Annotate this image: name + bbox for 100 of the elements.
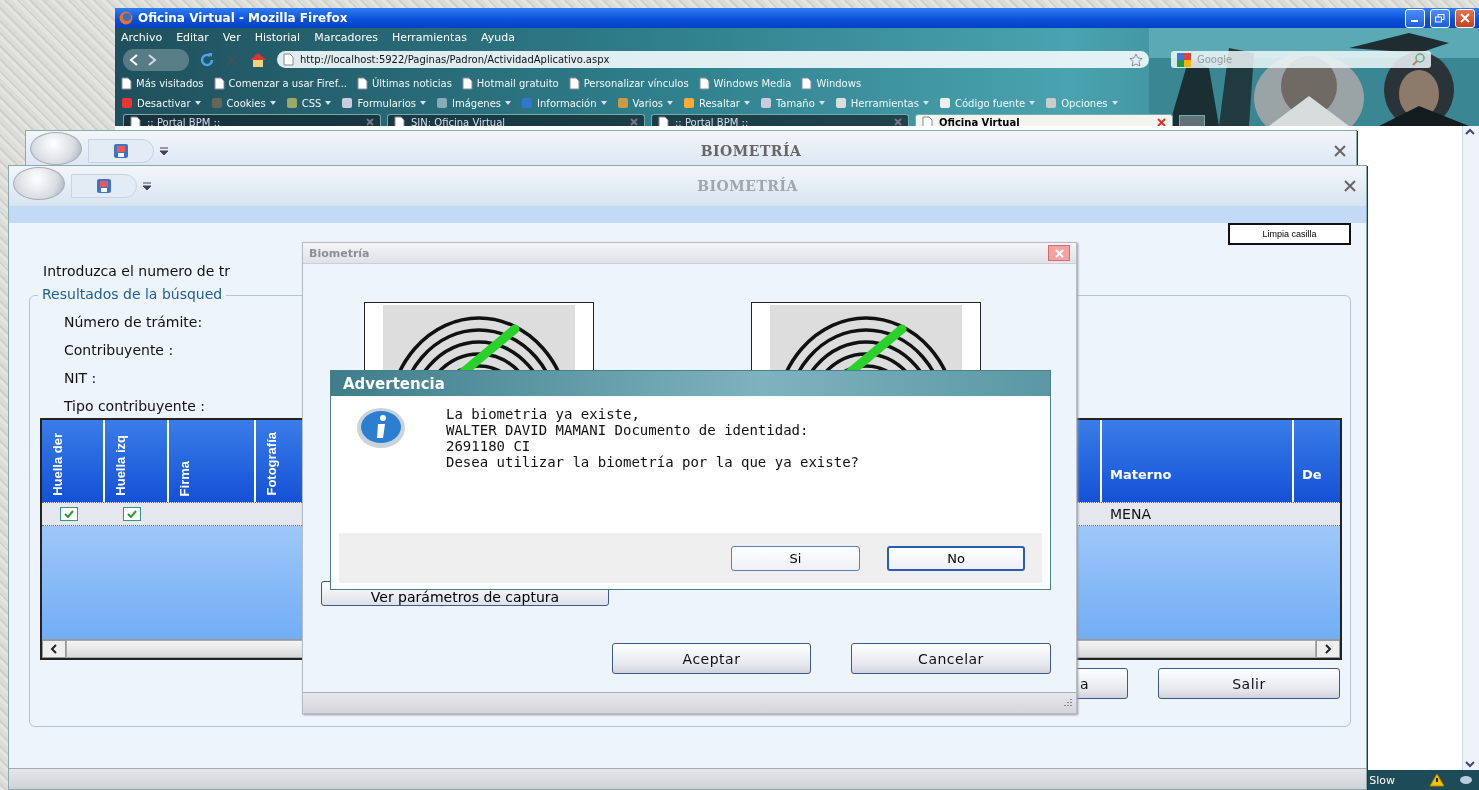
scroll-down-icon xyxy=(1463,758,1478,770)
page-icon xyxy=(394,115,405,126)
page-icon xyxy=(568,76,580,90)
browser-tab[interactable]: :: Portal BPM :: xyxy=(123,114,381,126)
page-icon xyxy=(922,115,933,126)
menu-item[interactable]: Ayuda xyxy=(480,30,515,44)
check-icon xyxy=(64,510,74,518)
toolbar-menu[interactable]: Tamaño xyxy=(759,97,825,109)
checkbox[interactable] xyxy=(60,507,78,521)
tool-icon xyxy=(938,97,951,109)
toolbar-menu[interactable]: Resaltar xyxy=(682,97,750,109)
dialog-title: Biometría xyxy=(309,246,370,260)
status-icon xyxy=(1459,774,1473,786)
menu-item[interactable]: Herramientas xyxy=(391,30,467,44)
window-title: BIOMETRÍA xyxy=(699,143,803,159)
caret-icon xyxy=(194,101,201,105)
search-engine-icon xyxy=(1177,52,1191,67)
customize-icon xyxy=(160,147,168,155)
dialog-button[interactable]: No xyxy=(887,545,1025,571)
application-button[interactable] xyxy=(30,132,82,165)
page-icon xyxy=(121,76,132,90)
forward-icon xyxy=(147,53,157,66)
tool-icon xyxy=(436,97,449,109)
browser-tab[interactable]: :: Portal BPM :: xyxy=(651,114,909,126)
field-label: Número de trámite: xyxy=(64,314,203,331)
window-title: Oficina Virtual - Mozilla Firefox xyxy=(138,11,349,25)
new-tab-button[interactable] xyxy=(1179,115,1205,126)
column-header[interactable]: Materno xyxy=(1102,420,1292,502)
column-header[interactable]: Huella der xyxy=(42,420,103,502)
clear-button[interactable]: Limpia casilla xyxy=(1228,223,1351,245)
field-label: Contribuyente : xyxy=(64,342,174,359)
bookmark-link[interactable]: Windows Media xyxy=(698,76,792,90)
scroll-left-icon xyxy=(49,644,59,654)
close-tab-icon xyxy=(366,118,374,126)
close-button[interactable] xyxy=(1048,245,1070,261)
tool-icon xyxy=(682,97,695,109)
menu-item[interactable]: Historial xyxy=(254,30,301,44)
toolbar-menu[interactable]: Formularios xyxy=(341,97,427,109)
caret-icon xyxy=(269,101,276,105)
bookmark-link[interactable]: Más visitados xyxy=(121,76,204,90)
close-tab-icon xyxy=(894,118,902,126)
checkbox[interactable] xyxy=(123,507,141,521)
bookmark-link[interactable]: Windows xyxy=(801,76,862,90)
quick-access-toolbar[interactable] xyxy=(88,139,154,163)
caret-icon xyxy=(818,101,825,105)
bookmark-link[interactable]: Últimas noticias xyxy=(357,76,452,90)
caret-icon xyxy=(505,101,512,105)
menu-item[interactable]: Archivo xyxy=(121,30,163,44)
cancel-button[interactable]: Cancelar xyxy=(851,643,1051,674)
toolbar-menu[interactable]: Imágenes xyxy=(436,97,512,109)
table-cell-text: MENA xyxy=(1109,506,1152,522)
accept-button[interactable]: Aceptar xyxy=(612,643,811,674)
page-icon xyxy=(283,53,294,66)
application-button[interactable] xyxy=(13,167,65,200)
save-icon xyxy=(96,178,112,194)
menu-item[interactable]: Ver xyxy=(222,30,241,44)
toolbar-menu[interactable]: Información xyxy=(521,97,607,109)
toolbar-menu[interactable]: Herramientas xyxy=(834,97,929,109)
browser-tab[interactable]: SIN: Oficina Virtual xyxy=(387,114,645,126)
exit-button[interactable]: Salir xyxy=(1158,668,1340,699)
page-icon xyxy=(801,76,813,90)
close-icon xyxy=(1334,145,1346,157)
menu-item[interactable]: Editar xyxy=(176,30,209,44)
reload-icon xyxy=(199,51,215,68)
menu-item[interactable]: Marcadores xyxy=(314,30,378,44)
dialog-button[interactable]: Si xyxy=(731,545,860,571)
column-header[interactable]: Firma xyxy=(169,420,254,502)
status-text: Slow xyxy=(1369,773,1395,787)
message-text: Desea utilizar la biometría por la que ya existe? xyxy=(446,454,859,470)
warning-icon xyxy=(1429,773,1445,787)
close-icon xyxy=(1054,248,1064,258)
restore-button[interactable] xyxy=(1430,8,1450,28)
field-label: Tipo contribuyente : xyxy=(64,398,205,415)
toolbar-menu[interactable]: Cookies xyxy=(210,97,276,109)
bookmark-link[interactable]: Comenzar a usar Firef... xyxy=(213,76,347,90)
caret-icon xyxy=(666,101,673,105)
address-field[interactable]: http://localhost:5922/Paginas/Padron/ActividadAplicativo.aspx xyxy=(277,51,1149,68)
toolbar-menu[interactable]: Varios xyxy=(616,97,673,109)
page-icon xyxy=(213,76,225,90)
quick-access-toolbar[interactable] xyxy=(71,174,137,198)
toolbar-menu[interactable]: CSS xyxy=(285,97,332,109)
tool-icon xyxy=(121,97,133,109)
customize-icon xyxy=(143,182,151,190)
check-icon xyxy=(127,510,137,518)
close-tab-icon xyxy=(630,118,638,126)
column-header[interactable]: De xyxy=(1294,420,1340,502)
back-forward-buttons[interactable] xyxy=(123,48,189,71)
bookmark-link[interactable]: Hotmail gratuito xyxy=(461,76,559,90)
prompt-text: Introduzca el numero de tr xyxy=(43,263,231,279)
browser-tab[interactable]: Oficina Virtual xyxy=(915,114,1173,126)
tool-icon xyxy=(521,97,534,109)
caret-icon xyxy=(325,101,332,105)
message-text: La biometria ya existe, xyxy=(446,406,641,422)
column-header[interactable]: Huella izq xyxy=(105,420,167,502)
minimize-button[interactable] xyxy=(1405,8,1425,28)
caret-icon xyxy=(1111,101,1118,105)
scrollbar[interactable] xyxy=(1462,126,1479,770)
bookmark-link[interactable]: Personalizar vínculos xyxy=(568,76,689,90)
toolbar-menu[interactable]: Desactivar xyxy=(121,97,201,109)
close-icon xyxy=(1344,180,1356,192)
